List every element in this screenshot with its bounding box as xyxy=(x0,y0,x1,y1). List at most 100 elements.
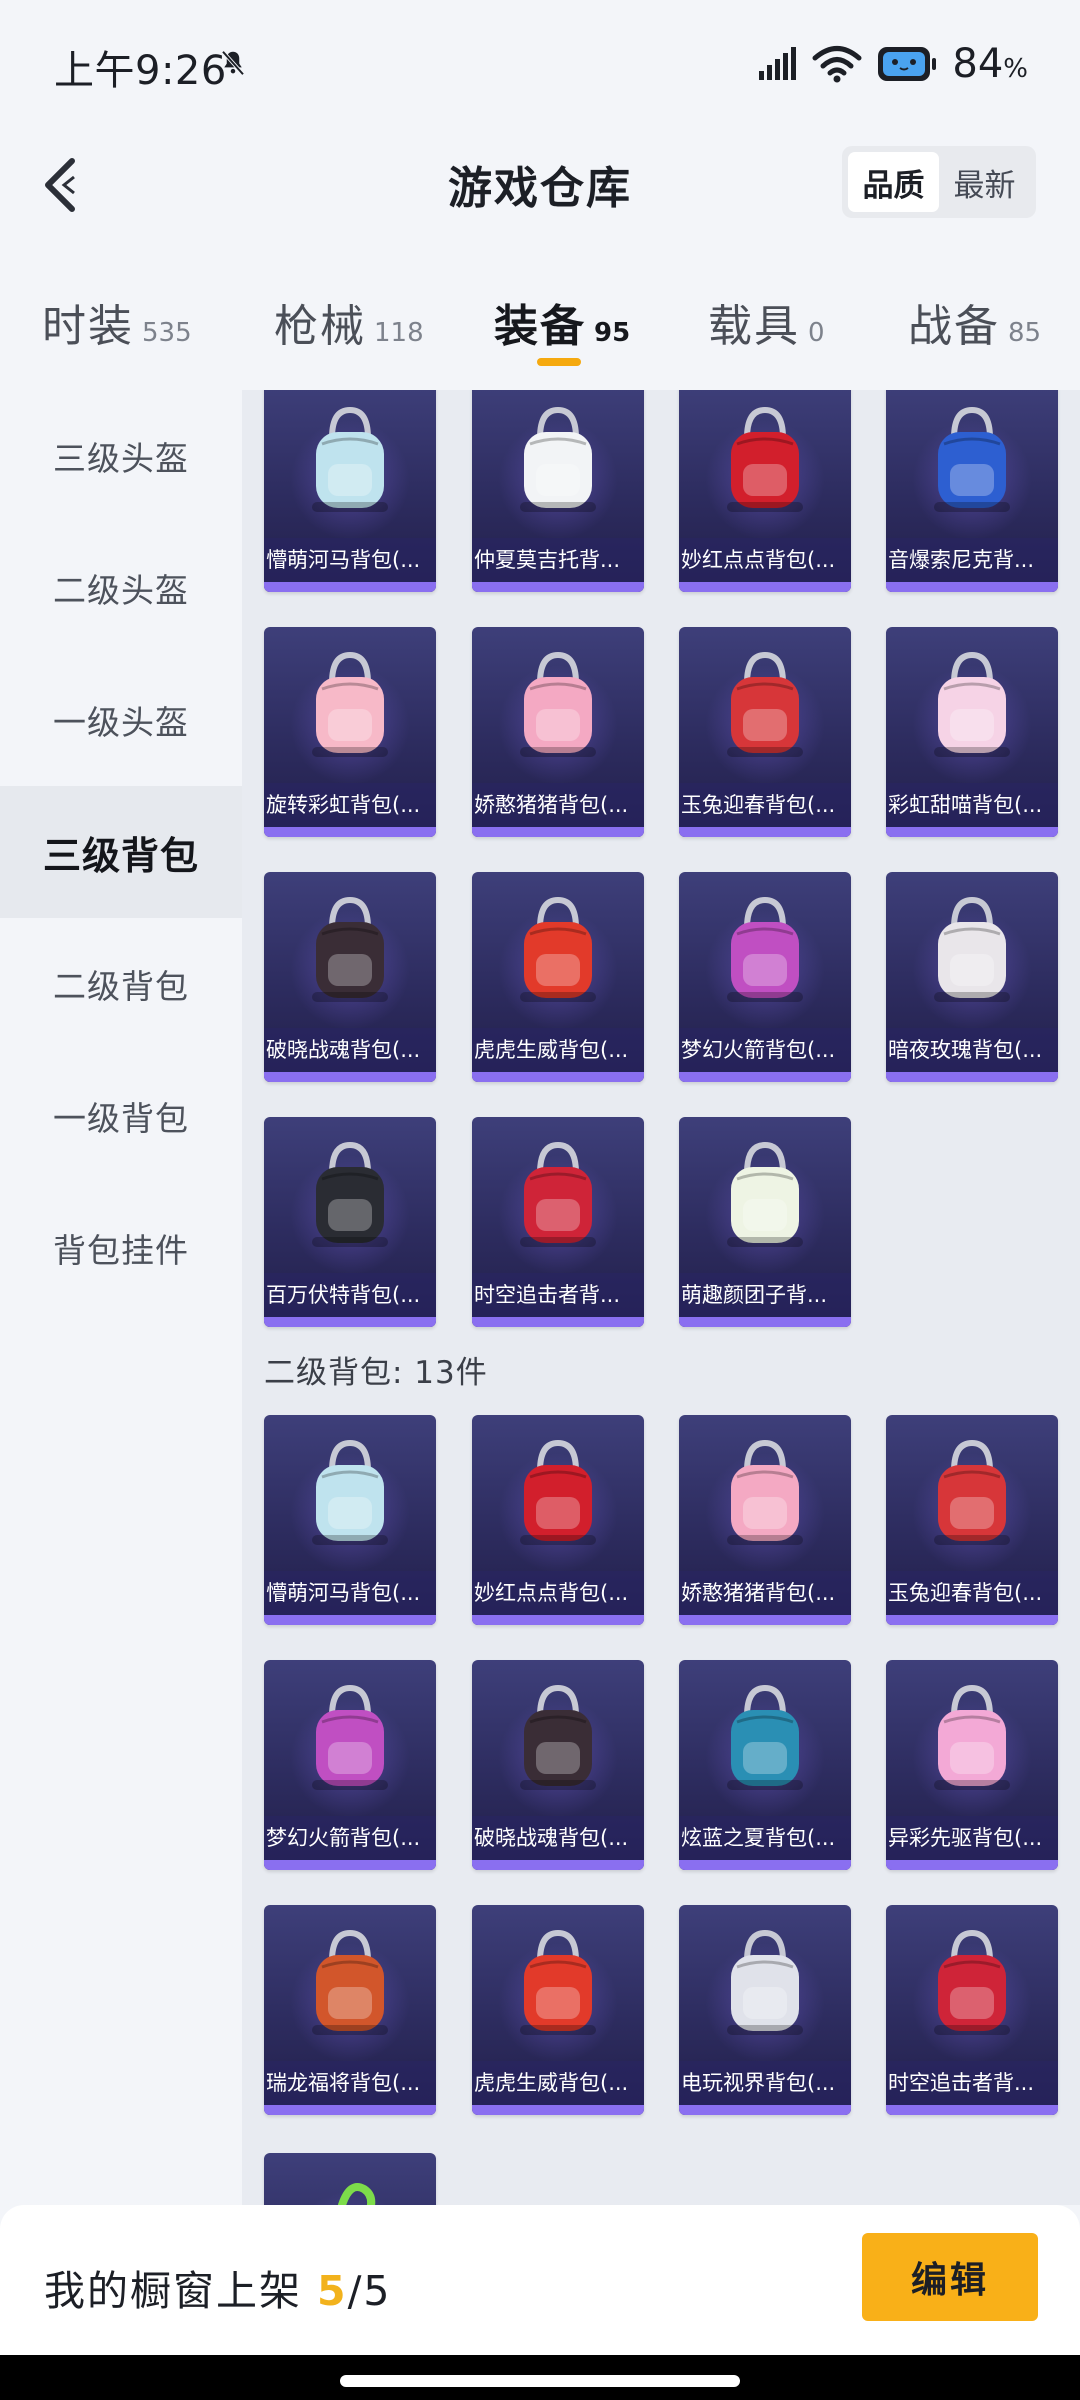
section-header-backpack-lv2: 二级背包: 13件 xyxy=(264,1355,488,1391)
rarity-strip xyxy=(679,1615,851,1625)
item-card[interactable]: 萌趣颜团子背... xyxy=(679,1117,851,1327)
tab-count: 118 xyxy=(374,318,424,348)
sidebar-item-helmet-lv2[interactable]: 二级头盔 xyxy=(0,522,242,654)
item-card[interactable]: 异彩先驱背包(... xyxy=(886,1660,1058,1870)
rarity-strip xyxy=(264,1615,436,1625)
backpack-icon xyxy=(934,406,1010,512)
item-name: 时空追击者背... xyxy=(472,1273,644,1317)
rarity-strip xyxy=(679,827,851,837)
sidebar-item-backpack-lv1[interactable]: 一级背包 xyxy=(0,1050,242,1182)
item-name: 百万伏特背包(... xyxy=(264,1273,436,1317)
item-card[interactable]: 娇憨猪猪背包(... xyxy=(679,1415,851,1625)
backpack-icon xyxy=(312,1684,388,1790)
rarity-strip xyxy=(679,2105,851,2115)
item-name: 旋转彩虹背包(... xyxy=(264,783,436,827)
rarity-strip xyxy=(886,2105,1058,2115)
rarity-strip xyxy=(264,1072,436,1082)
tab-vehicles[interactable]: 载具 0 xyxy=(708,290,825,354)
item-card[interactable]: 仲夏莫吉托背... xyxy=(472,390,644,592)
backpack-icon xyxy=(727,406,803,512)
item-card[interactable]: 懵萌河马背包(... xyxy=(264,390,436,592)
item-name: 娇憨猪猪背包(... xyxy=(472,783,644,827)
backpack-icon xyxy=(520,1141,596,1247)
item-card[interactable]: 梦幻火箭背包(... xyxy=(264,1660,436,1870)
item-name: 懵萌河马背包(... xyxy=(264,538,436,582)
backpack-icon xyxy=(312,1141,388,1247)
rarity-strip xyxy=(472,582,644,592)
home-indicator[interactable] xyxy=(340,2375,740,2387)
item-grid: 二级背包: 13件 懵萌河马背包(... 仲夏莫吉托背... 妙红点点背包(... 音… xyxy=(242,390,1080,2205)
backpack-icon xyxy=(934,651,1010,757)
item-card[interactable]: 炫蓝之夏背包(... xyxy=(679,1660,851,1870)
rarity-strip xyxy=(679,582,851,592)
sidebar-item-helmet-lv3[interactable]: 三级头盔 xyxy=(0,390,242,522)
tab-equipment[interactable]: 装备 95 xyxy=(494,290,630,354)
item-card[interactable]: 娇憨猪猪背包(... xyxy=(472,627,644,837)
item-card[interactable]: 瑞龙福将背包(... xyxy=(264,1905,436,2115)
status-time: 上午9:26 xyxy=(54,48,227,94)
item-card[interactable]: 时空追击者背... xyxy=(886,1905,1058,2115)
item-name: 电玩视界背包(... xyxy=(679,2061,851,2105)
edit-button[interactable]: 编辑 xyxy=(862,2233,1038,2321)
rarity-strip xyxy=(472,1860,644,1870)
sidebar-item-backpack-lv2[interactable]: 二级背包 xyxy=(0,918,242,1050)
item-name: 仲夏莫吉托背... xyxy=(472,538,644,582)
item-card[interactable]: 妙红点点背包(... xyxy=(472,1415,644,1625)
backpack-icon xyxy=(934,1929,1010,2035)
item-card[interactable]: 懵萌河马背包(... xyxy=(264,1415,436,1625)
item-name: 瑞龙福将背包(... xyxy=(264,2061,436,2105)
backpack-icon xyxy=(338,2183,376,2205)
rarity-strip xyxy=(679,1317,851,1327)
item-card[interactable]: 暗夜玫瑰背包(... xyxy=(886,872,1058,1082)
backpack-icon xyxy=(520,896,596,1002)
item-card[interactable]: 百万伏特背包(... xyxy=(264,1117,436,1327)
status-bar: 上午9:26 84% xyxy=(0,0,1080,130)
tab-gear[interactable]: 战备 85 xyxy=(908,290,1041,354)
item-name: 玉兔迎春背包(... xyxy=(679,783,851,827)
item-card[interactable]: 虎虎生威背包(... xyxy=(472,872,644,1082)
item-card[interactable]: 时空追击者背... xyxy=(472,1117,644,1327)
backpack-icon xyxy=(312,1929,388,2035)
backpack-icon xyxy=(312,896,388,1002)
sort-quality-button[interactable]: 品质 xyxy=(848,152,939,212)
rarity-strip xyxy=(679,1072,851,1082)
sort-latest-button[interactable]: 最新 xyxy=(939,152,1030,212)
backpack-icon xyxy=(727,651,803,757)
tab-outfit[interactable]: 时装 535 xyxy=(42,290,192,354)
item-card[interactable]: 彩虹甜喵背包(... xyxy=(886,627,1058,837)
item-card[interactable]: 虎虎生威背包(... xyxy=(472,1905,644,2115)
rarity-strip xyxy=(472,1615,644,1625)
active-tab-indicator xyxy=(537,358,581,366)
sidebar-item-backpack-lv3[interactable]: 三级背包 xyxy=(0,786,242,918)
item-name: 梦幻火箭背包(... xyxy=(679,1028,851,1072)
item-card[interactable]: 妙红点点背包(... xyxy=(679,390,851,592)
item-name: 暗夜玫瑰背包(... xyxy=(886,1028,1058,1072)
item-card[interactable]: 旋转彩虹背包(... xyxy=(264,627,436,837)
tab-weapons[interactable]: 枪械 118 xyxy=(274,290,424,354)
item-card[interactable]: 破晓战魂背包(... xyxy=(264,872,436,1082)
rarity-strip xyxy=(472,827,644,837)
rarity-strip xyxy=(886,582,1058,592)
item-name: 音爆索尼克背... xyxy=(886,538,1058,582)
rarity-strip xyxy=(264,582,436,592)
item-card[interactable]: 玉兔迎春背包(... xyxy=(886,1415,1058,1625)
item-card[interactable]: 破晓战魂背包(... xyxy=(472,1660,644,1870)
item-card[interactable]: 玉兔迎春背包(... xyxy=(679,627,851,837)
wifi-icon xyxy=(812,46,862,83)
sidebar-item-helmet-lv1[interactable]: 一级头盔 xyxy=(0,654,242,786)
item-name: 娇憨猪猪背包(... xyxy=(679,1571,851,1615)
system-nav-bar xyxy=(0,2355,1080,2400)
backpack-icon xyxy=(312,651,388,757)
item-card[interactable]: 音爆索尼克背... xyxy=(886,390,1058,592)
item-card-partial[interactable] xyxy=(264,2153,436,2205)
rarity-strip xyxy=(472,1317,644,1327)
backpack-icon xyxy=(520,1439,596,1545)
backpack-icon xyxy=(934,1439,1010,1545)
item-card[interactable]: 梦幻火箭背包(... xyxy=(679,872,851,1082)
item-name: 时空追击者背... xyxy=(886,2061,1058,2105)
sidebar-item-backpack-charm[interactable]: 背包挂件 xyxy=(0,1182,242,1314)
item-card[interactable]: 电玩视界背包(... xyxy=(679,1905,851,2115)
tab-label: 时装 xyxy=(42,301,134,352)
signal-icon xyxy=(759,47,797,80)
backpack-icon xyxy=(727,1141,803,1247)
